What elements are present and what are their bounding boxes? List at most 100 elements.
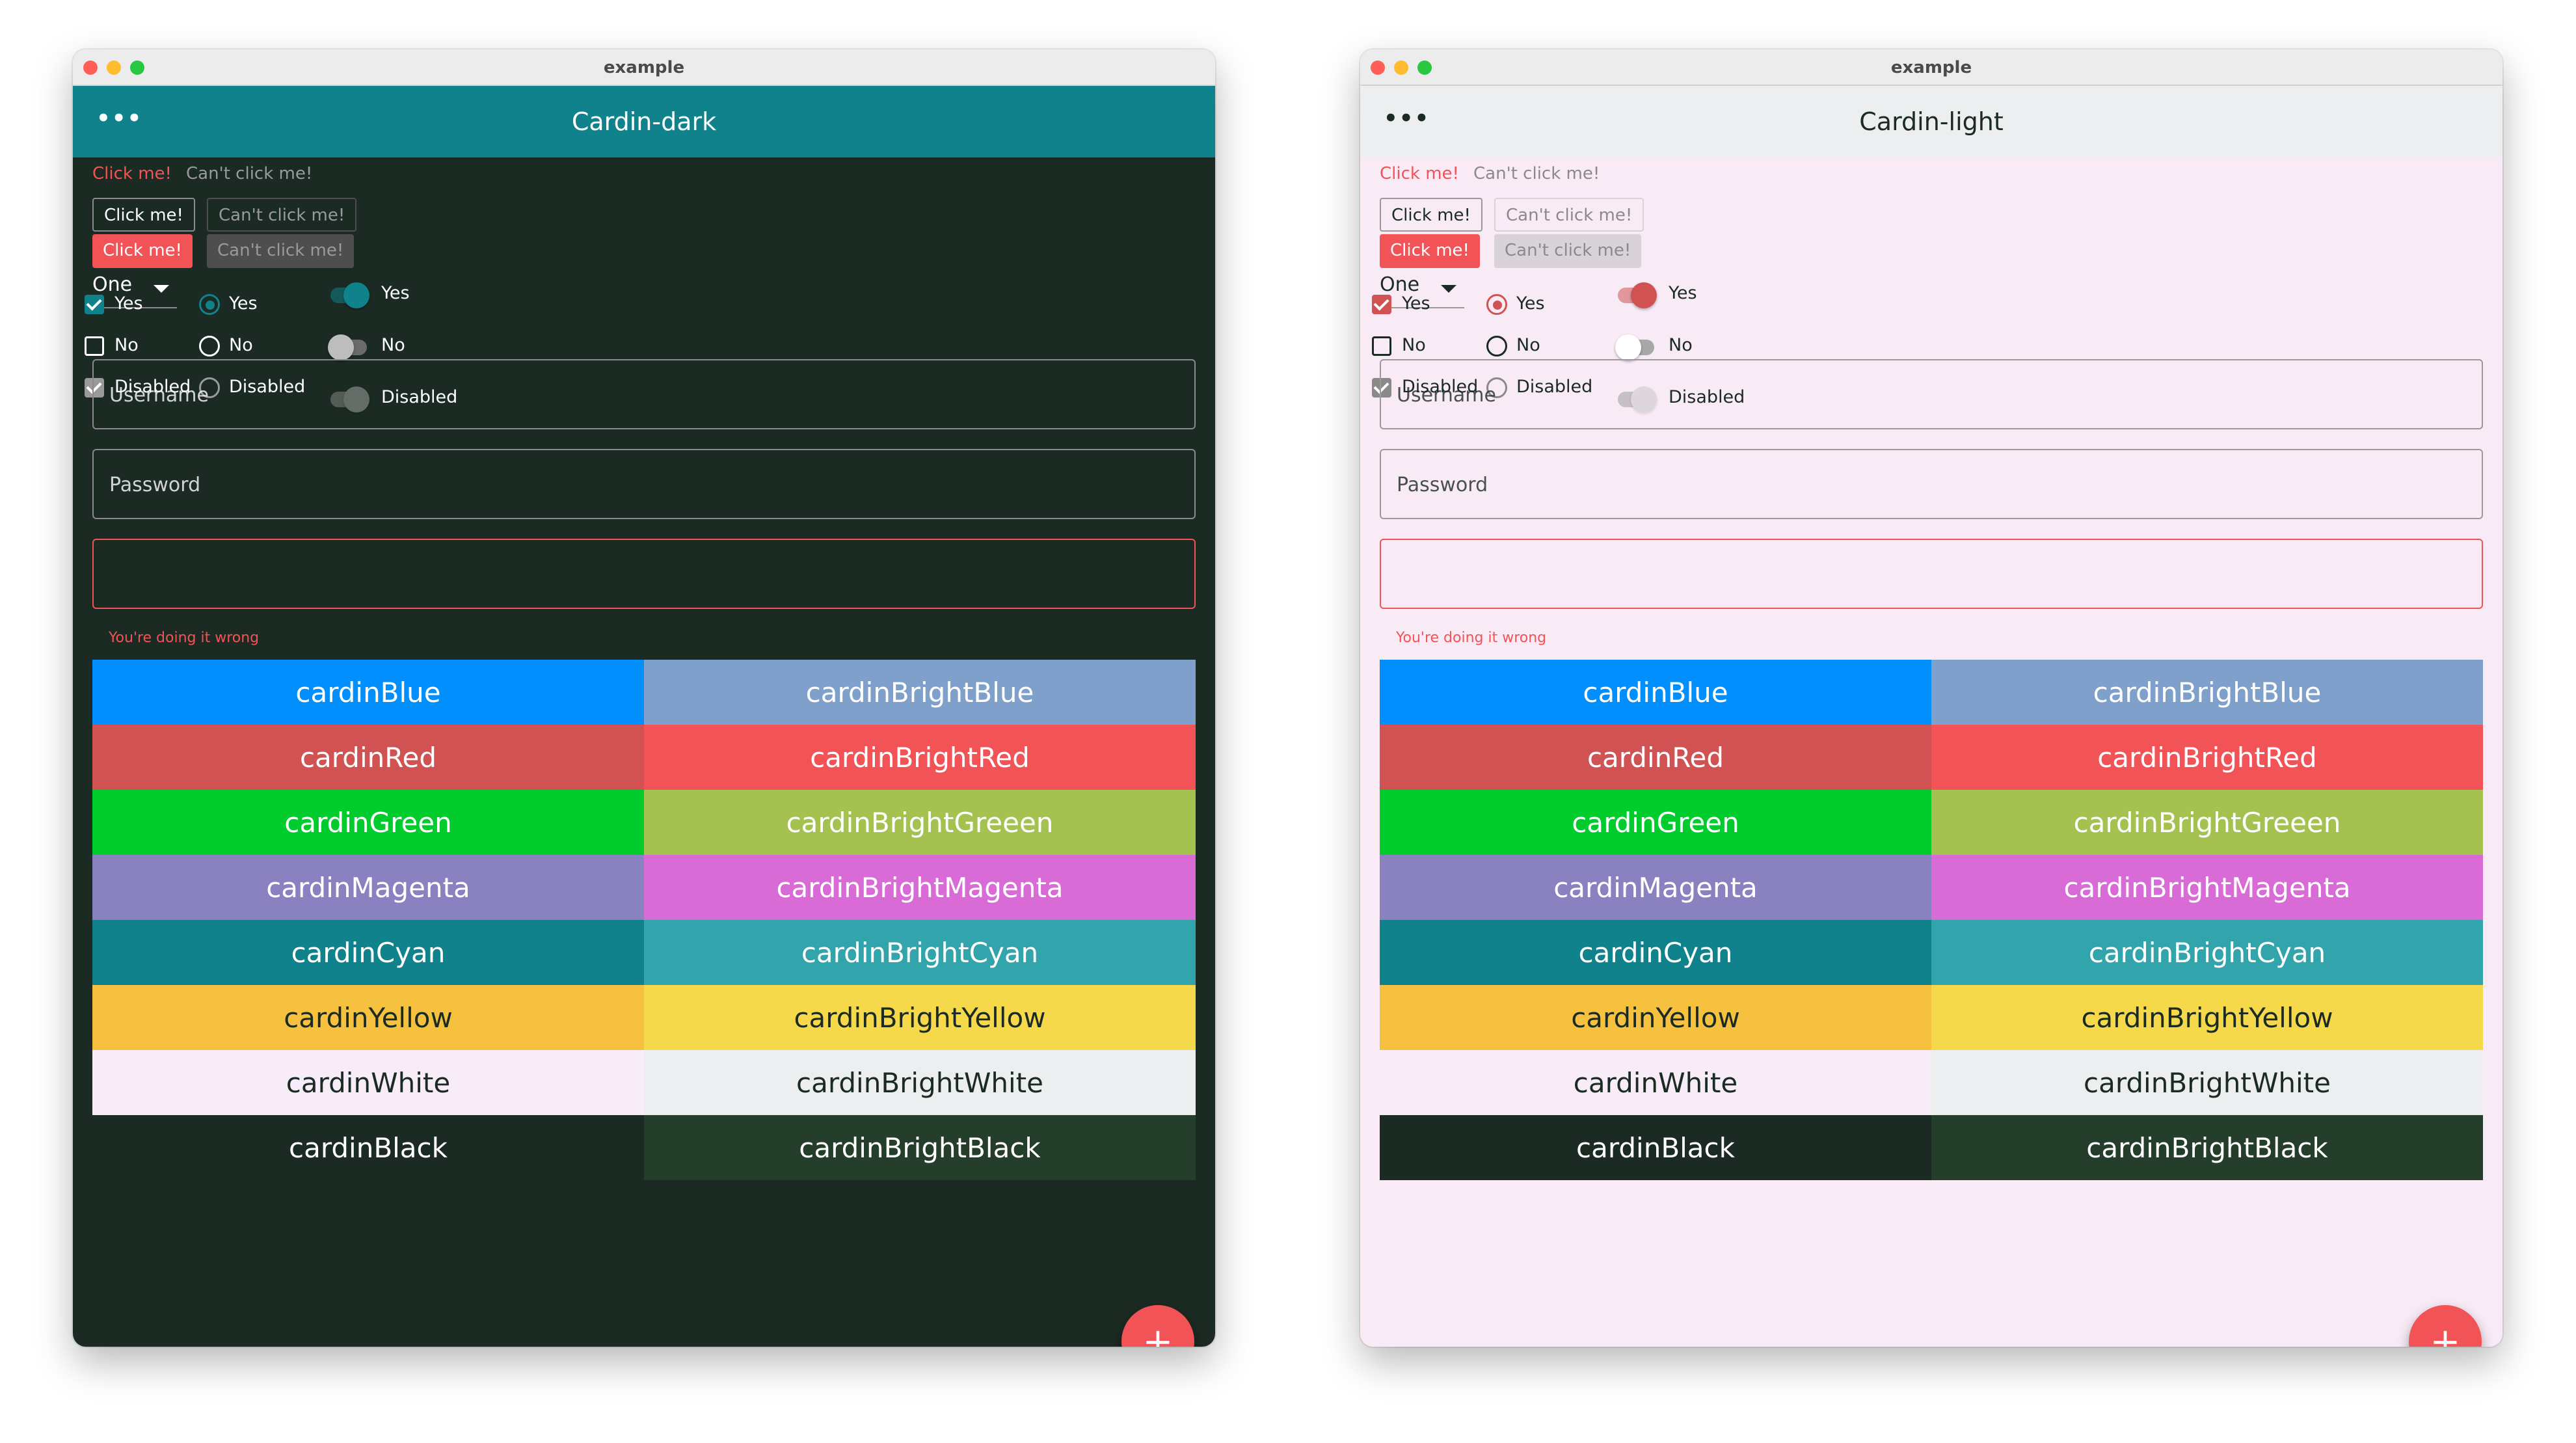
switch-no[interactable] (328, 332, 367, 360)
password-field[interactable]: Password (92, 449, 1196, 519)
checkbox-label: Yes (114, 293, 143, 314)
color-swatch: cardinBrightCyan (644, 920, 1196, 985)
app-title: Cardin-dark (571, 107, 717, 136)
outlined-button-disabled: Can't click me! (207, 198, 357, 232)
error-field[interactable] (92, 539, 1196, 609)
filled-button-enabled[interactable]: Click me! (1380, 234, 1480, 268)
error-message: You're doing it wrong (1396, 630, 1547, 646)
radio-yes[interactable] (1486, 294, 1507, 315)
color-swatch: cardinBrightBlue (644, 660, 1196, 725)
color-swatch: cardinBlue (1380, 660, 1931, 725)
checkbox-yes[interactable] (85, 295, 104, 314)
color-swatch: cardinCyan (92, 920, 644, 985)
dropdown-value: One (1380, 273, 1420, 296)
color-swatch: cardinBrightWhite (644, 1050, 1196, 1115)
error-message: You're doing it wrong (109, 630, 260, 646)
color-swatch: cardinGreen (1380, 790, 1931, 855)
radio-label: No (1516, 335, 1540, 355)
dropdown-value: One (92, 273, 133, 296)
filled-button-disabled: Can't click me! (207, 234, 355, 268)
chevron-down-icon (1441, 285, 1456, 293)
password-field[interactable]: Password (1380, 449, 2483, 519)
switch-label: No (1669, 335, 1693, 355)
radio-no[interactable] (1486, 336, 1507, 357)
filled-button-enabled[interactable]: Click me! (92, 234, 193, 268)
more-horizontal-icon[interactable]: ••• (1384, 107, 1430, 129)
color-swatch: cardinBrightCyan (1931, 920, 2483, 985)
error-field[interactable] (1380, 539, 2483, 609)
plus-icon[interactable]: + (1121, 1305, 1194, 1347)
app-content: Click me! Can't click me! Click me! Can'… (73, 157, 1215, 1347)
window-title: example (1890, 58, 1972, 77)
radio-yes[interactable] (199, 294, 220, 315)
switch-yes[interactable] (1615, 280, 1657, 308)
app-window-light: example ••• Cardin-light Click me! Can't… (1360, 49, 2502, 1347)
color-swatch: cardinBrightBlack (644, 1115, 1196, 1180)
color-swatch: cardinBrightMagenta (644, 855, 1196, 920)
app-title: Cardin-light (1859, 107, 2004, 136)
plus-icon[interactable]: + (2409, 1305, 2482, 1347)
switch-yes[interactable] (328, 280, 369, 308)
more-horizontal-icon[interactable]: ••• (96, 107, 142, 129)
radio-no[interactable] (199, 336, 220, 357)
password-placeholder: Password (109, 474, 201, 496)
chevron-down-icon (154, 285, 169, 293)
color-swatch: cardinBrightYellow (1931, 985, 2483, 1050)
app-window-dark: example ••• Cardin-dark Click me! Can't … (73, 49, 1215, 1347)
switch-label: Yes (381, 283, 410, 303)
radio-label: No (229, 335, 253, 355)
color-swatch: cardinBrightGreeen (1931, 790, 2483, 855)
text-button-enabled[interactable]: Click me! (92, 164, 172, 183)
radio-dot (206, 301, 215, 310)
radio-dot (1493, 301, 1502, 310)
switch-label: No (381, 335, 405, 355)
text-button-disabled: Can't click me! (186, 164, 313, 183)
color-swatch: cardinWhite (1380, 1050, 1931, 1115)
color-swatch: cardinCyan (1380, 920, 1931, 985)
color-swatch: cardinBrightWhite (1931, 1050, 2483, 1115)
app-bar: ••• Cardin-light (1360, 86, 2502, 157)
color-swatch: cardinWhite (92, 1050, 644, 1115)
color-swatch: cardinMagenta (1380, 855, 1931, 920)
switch-thumb (1631, 282, 1657, 308)
color-swatch: cardinYellow (92, 985, 644, 1050)
checkmark-icon (86, 295, 102, 311)
color-swatch: cardinBrightYellow (644, 985, 1196, 1050)
checkbox-no[interactable] (1372, 336, 1391, 356)
color-swatch: cardinMagenta (92, 855, 644, 920)
switch-thumb (1615, 334, 1641, 360)
app-content: Click me! Can't click me! Click me! Can'… (1360, 157, 2502, 1347)
color-swatch: cardinBlack (92, 1115, 644, 1180)
color-swatch-grid: cardinBlue cardinBrightBlue cardinRed cardi… (1380, 660, 2483, 1180)
window-titlebar[interactable]: example (1360, 49, 2502, 86)
switch-label: Yes (1669, 283, 1697, 303)
checkmark-icon (1373, 295, 1389, 311)
color-swatch: cardinBrightRed (644, 725, 1196, 790)
username-placeholder: Username (109, 384, 209, 407)
window-titlebar[interactable]: example (73, 49, 1215, 86)
color-swatch: cardinGreen (92, 790, 644, 855)
username-field[interactable]: Username (92, 359, 1196, 429)
checkbox-label: No (114, 335, 139, 355)
color-swatch: cardinBlue (92, 660, 644, 725)
checkbox-label: Yes (1402, 293, 1430, 314)
switch-thumb (343, 282, 369, 308)
checkbox-yes[interactable] (1372, 295, 1391, 314)
radio-label: Yes (229, 293, 258, 314)
filled-button-disabled: Can't click me! (1494, 234, 1642, 268)
app-bar: ••• Cardin-dark (73, 86, 1215, 157)
color-swatch: cardinRed (92, 725, 644, 790)
color-swatch: cardinBrightBlack (1931, 1115, 2483, 1180)
color-swatch: cardinBlack (1380, 1115, 1931, 1180)
text-button-disabled: Can't click me! (1473, 164, 1600, 183)
username-field[interactable]: Username (1380, 359, 2483, 429)
outlined-button-enabled[interactable]: Click me! (1380, 198, 1483, 232)
switch-thumb (328, 334, 354, 360)
color-swatch: cardinYellow (1380, 985, 1931, 1050)
checkbox-label: No (1402, 335, 1426, 355)
outlined-button-enabled[interactable]: Click me! (92, 198, 195, 232)
username-placeholder: Username (1397, 384, 1496, 407)
checkbox-no[interactable] (85, 336, 104, 356)
switch-no[interactable] (1615, 332, 1654, 360)
text-button-enabled[interactable]: Click me! (1380, 164, 1459, 183)
